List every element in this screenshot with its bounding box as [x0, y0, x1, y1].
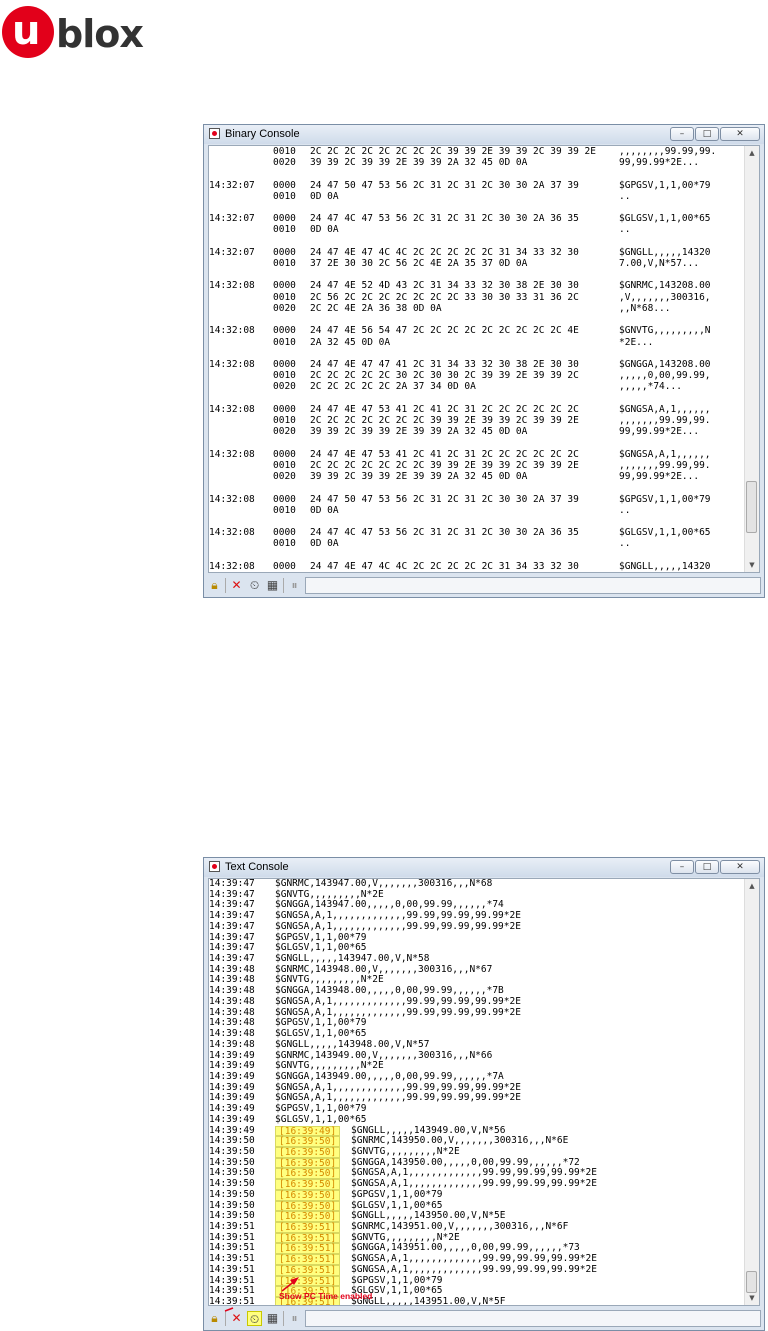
annotation-arrow-icon: [224, 1277, 299, 1312]
show-pc-time-annotation: Show PC Time enabled: [279, 1291, 373, 1301]
